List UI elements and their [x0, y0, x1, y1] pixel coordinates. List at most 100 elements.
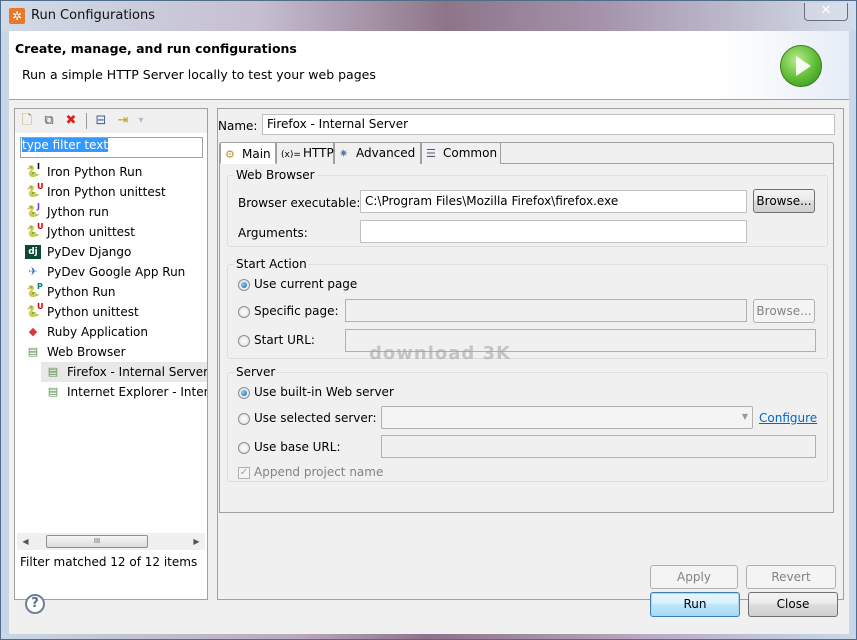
tree-item-label: Internet Explorer - Internal Server — [67, 385, 207, 399]
tree-item[interactable]: dj PyDev Django — [15, 242, 207, 262]
filter-menu-button[interactable]: ▾ — [133, 113, 149, 129]
use-base-url-label[interactable]: Use base URL: — [254, 440, 341, 454]
config-type-badge: J — [37, 202, 40, 211]
arguments-label: Arguments: — [238, 226, 308, 240]
filter-input[interactable]: type filter text — [20, 137, 203, 158]
dialog-client: Create, manage, and run configurations R… — [9, 31, 849, 634]
tab-main-label: Main — [242, 147, 271, 161]
tree-item-label: PyDev Google App Run — [47, 265, 186, 279]
tree-item-label: PyDev Django — [47, 245, 132, 259]
advanced-icon: ✷ — [339, 147, 349, 160]
tree-item[interactable]: 🐍 U Jython unittest — [15, 222, 207, 242]
web-browser-config-icon: ▤ — [47, 365, 59, 378]
run-configurations-window: ✲ Run Configurations ✕ Create, manage, a… — [0, 0, 857, 640]
window-close-button[interactable]: ✕ — [804, 3, 848, 21]
tab-common-label: Common — [443, 146, 498, 160]
use-current-page-label[interactable]: Use current page — [254, 277, 357, 291]
web-browser-group: Web Browser Browser executable: C:\Progr… — [227, 168, 828, 247]
tree-item[interactable]: 🐍 U Python unittest — [15, 302, 207, 322]
tree-item[interactable]: ▤ Firefox - Internal Server — [41, 362, 207, 382]
scroll-thumb[interactable]: III — [46, 535, 148, 548]
filter-button[interactable]: ⇥ — [115, 113, 131, 129]
config-type-badge: U — [37, 302, 44, 311]
tree-item[interactable]: ▤ Web Browser — [15, 342, 207, 362]
run-button[interactable]: Run — [650, 592, 740, 617]
web-browser-icon: ▤ — [27, 345, 39, 358]
revert-button[interactable]: Revert — [746, 565, 836, 589]
tab-advanced[interactable]: ✷ Advanced — [334, 143, 421, 164]
tab-common[interactable]: ☰ Common — [421, 143, 501, 164]
config-type-badge: U — [37, 182, 44, 191]
close-button[interactable]: Close — [748, 592, 838, 617]
tree-item[interactable]: 🐍 U Iron Python unittest — [15, 182, 207, 202]
duplicate-config-button[interactable]: ⧉ — [41, 113, 57, 129]
configure-link[interactable]: Configure — [759, 411, 817, 425]
tree-item-label: Python Run — [47, 285, 116, 299]
collapse-all-button[interactable]: ⊟ — [93, 113, 109, 129]
browse-executable-button[interactable]: Browse... — [753, 189, 815, 213]
configurations-tree: 🐍 I Iron Python Run 🐍 U Iron Python unittest 🐍… — [15, 162, 207, 402]
tree-item-label: Iron Python Run — [47, 165, 143, 179]
use-base-url-radio[interactable] — [238, 442, 250, 454]
config-type-badge: P — [37, 282, 43, 291]
use-selected-server-radio[interactable] — [238, 413, 250, 425]
scroll-left-icon[interactable]: ◀ — [17, 533, 34, 550]
common-icon: ☰ — [426, 147, 436, 160]
browser-executable-input[interactable]: C:\Program Files\Mozilla Firefox\firefox… — [360, 190, 747, 213]
name-input[interactable]: Firefox - Internal Server — [262, 114, 835, 135]
tree-item-label: Python unittest — [47, 305, 139, 319]
tree-horizontal-scrollbar[interactable]: ◀ III ▶ — [17, 533, 205, 550]
append-project-name-checkbox[interactable]: ✓ — [238, 467, 250, 479]
banner-title: Create, manage, and run configurations — [15, 41, 297, 56]
specific-page-label[interactable]: Specific page: — [254, 304, 339, 318]
specific-page-radio[interactable] — [238, 306, 250, 318]
tree-item-label: Firefox - Internal Server — [67, 365, 207, 379]
chevron-down-icon: ▼ — [741, 412, 748, 421]
google-app-engine-icon: ✈ — [28, 265, 38, 278]
dropdown-icon: ▾ — [138, 115, 144, 126]
use-selected-server-label[interactable]: Use selected server: — [254, 411, 377, 425]
specific-page-input[interactable] — [345, 299, 747, 322]
start-action-group-title: Start Action — [234, 257, 309, 271]
configuration-editor: Name: Firefox - Internal Server ⚙ Main (x… — [217, 108, 844, 600]
tab-http[interactable]: (x)= HTTP — [276, 143, 334, 164]
server-group-title: Server — [234, 365, 278, 379]
django-icon: dj — [25, 245, 41, 259]
selected-server-combo[interactable]: ▼ — [381, 406, 753, 429]
new-config-button[interactable]: 🗋 — [19, 113, 35, 129]
ruby-icon: ◆ — [28, 325, 38, 338]
tab-main[interactable]: ⚙ Main — [220, 142, 276, 164]
toolbar-separator — [86, 113, 87, 129]
apply-button[interactable]: Apply — [650, 565, 738, 589]
tree-item[interactable]: ▤ Internet Explorer - Internal Server — [15, 382, 207, 402]
collapse-all-icon: ⊟ — [95, 113, 107, 128]
start-url-radio[interactable] — [238, 335, 250, 347]
arguments-input[interactable] — [360, 220, 747, 243]
config-type-badge: U — [37, 222, 44, 231]
new-config-icon: 🗋 — [21, 113, 33, 128]
variables-icon: (x)= — [281, 150, 301, 160]
tree-item[interactable]: 🐍 J Jython run — [15, 202, 207, 222]
use-builtin-server-label[interactable]: Use built-in Web server — [254, 385, 394, 399]
scroll-right-icon[interactable]: ▶ — [188, 533, 205, 550]
server-group: Server Use built-in Web server Use selec… — [227, 365, 828, 482]
base-url-input[interactable] — [381, 435, 816, 458]
tree-item[interactable]: ◆ Ruby Application — [15, 322, 207, 342]
tree-item[interactable]: ✈ PyDev Google App Run — [15, 262, 207, 282]
filter-status: Filter matched 12 of 12 items — [20, 555, 198, 569]
append-project-name-label[interactable]: Append project name — [254, 465, 383, 479]
config-type-badge: I — [37, 162, 40, 171]
start-url-label[interactable]: Start URL: — [254, 333, 315, 347]
tree-item[interactable]: 🐍 P Python Run — [15, 282, 207, 302]
use-builtin-server-radio[interactable] — [238, 387, 250, 399]
use-current-page-radio[interactable] — [238, 279, 250, 291]
tree-item-label: Web Browser — [47, 345, 126, 359]
browse-page-button[interactable]: Browse... — [753, 299, 815, 323]
help-icon[interactable]: ? — [25, 594, 45, 614]
tree-item-label: Ruby Application — [47, 325, 148, 339]
tree-item[interactable]: 🐍 I Iron Python Run — [15, 162, 207, 182]
title-bar[interactable]: ✲ Run Configurations ✕ — [1, 1, 856, 31]
filter-icon: ⇥ — [117, 113, 129, 128]
delete-config-button[interactable]: ✖ — [63, 113, 79, 129]
start-action-group: Start Action Use current page Specific p… — [227, 257, 828, 359]
